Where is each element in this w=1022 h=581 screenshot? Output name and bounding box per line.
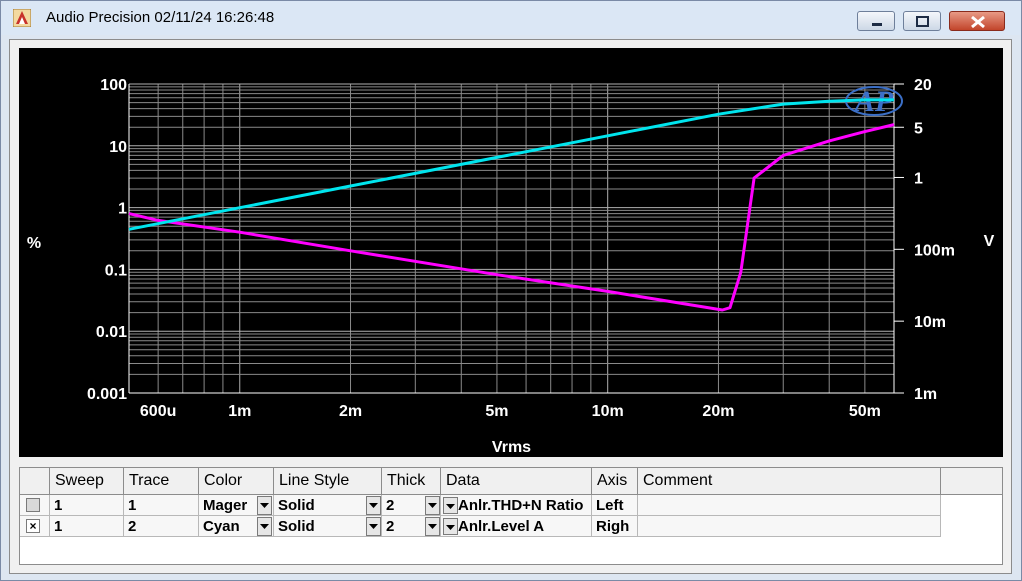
row-1-data-text: Anlr.THD+N Ratio <box>458 497 584 514</box>
y-right-axis-label: V <box>984 233 995 250</box>
x-tick-label: 10m <box>592 403 624 420</box>
dropdown-arrow-icon <box>369 524 378 529</box>
y-left-tick-label: 0.001 <box>87 386 127 403</box>
close-button[interactable] <box>949 11 1005 31</box>
y-right-tick-label: 5 <box>914 120 923 137</box>
table-row-1-check-cell <box>20 495 50 516</box>
row-1-trace[interactable]: 1 <box>124 495 199 516</box>
row-2-line-style-dropdown-button[interactable] <box>366 517 381 536</box>
y-left-tick-label: 0.1 <box>105 262 127 279</box>
row-1-thick-dropdown-button[interactable] <box>425 496 440 515</box>
y-right-tick-label: 20 <box>914 77 932 94</box>
x-tick-label: 2m <box>339 403 362 420</box>
trace-table: Sweep Trace Color Line Style Thick Data … <box>19 467 1003 565</box>
column-header-thick[interactable]: Thick <box>382 468 441 495</box>
x-tick-label: 20m <box>702 403 734 420</box>
column-header-line-style[interactable]: Line Style <box>274 468 382 495</box>
row-2-sweep[interactable]: 1 <box>50 516 124 537</box>
x-tick-label: 5m <box>485 403 508 420</box>
column-header-filler <box>941 468 1002 495</box>
row-2-enable-checkbox[interactable]: × <box>26 519 40 533</box>
graph-svg[interactable]: 600u 1m 2m 5m 10m 20m 50m 100 10 1 0.1 0.01 0.001 20 5… <box>19 48 1003 457</box>
row-2-trace[interactable]: 2 <box>124 516 199 537</box>
y-right-tick-label: 100m <box>914 242 955 259</box>
row-2-data-text: Anlr.Level A <box>458 518 545 535</box>
row-1-comment[interactable] <box>638 495 941 516</box>
row-2-thick-dropdown-button[interactable] <box>425 517 440 536</box>
row-2-data[interactable]: Anlr.Level A <box>441 516 592 537</box>
title-bar[interactable]: Audio Precision 02/11/24 16:26:48 <box>1 1 1021 35</box>
column-header-sweep[interactable]: Sweep <box>50 468 124 495</box>
y-left-tick-label: 1 <box>118 201 127 218</box>
dropdown-arrow-icon <box>260 503 269 508</box>
column-header-trace[interactable]: Trace <box>124 468 199 495</box>
column-header-color[interactable]: Color <box>199 468 274 495</box>
row-2-axis[interactable]: Righ <box>592 516 638 537</box>
close-icon <box>971 15 985 29</box>
x-tick-label: 1m <box>228 403 251 420</box>
y-right-tick-label: 10m <box>914 314 946 331</box>
row-1-sweep[interactable]: 1 <box>50 495 124 516</box>
dropdown-arrow-icon <box>446 504 455 509</box>
row-2-color-dropdown-button[interactable] <box>257 517 272 536</box>
dropdown-arrow-icon <box>446 525 455 530</box>
row-1-line-style-dropdown-button[interactable] <box>366 496 381 515</box>
table-corner-header <box>20 468 50 495</box>
y-left-axis-label: % <box>27 235 41 252</box>
table-row-2-check-cell: × <box>20 516 50 537</box>
row-1-data-dropdown-button[interactable] <box>443 497 458 514</box>
y-left-tick-label: 0.01 <box>96 324 127 341</box>
y-right-tick-label: 1m <box>914 386 937 403</box>
app-window: Audio Precision 02/11/24 16:26:48 600u 1m… <box>0 0 1022 581</box>
minimize-button[interactable] <box>857 11 895 31</box>
row-1-enable-checkbox[interactable] <box>26 498 40 512</box>
dropdown-arrow-icon <box>369 503 378 508</box>
y-left-tick-label: 10 <box>109 139 127 156</box>
dropdown-arrow-icon <box>428 503 437 508</box>
row-1-color-dropdown-button[interactable] <box>257 496 272 515</box>
column-header-data[interactable]: Data <box>441 468 592 495</box>
row-2-comment[interactable] <box>638 516 941 537</box>
x-tick-label: 600u <box>140 403 176 420</box>
maximize-icon <box>916 16 929 27</box>
dropdown-arrow-icon <box>260 524 269 529</box>
audio-precision-app-icon <box>13 9 31 27</box>
row-1-data[interactable]: Anlr.THD+N Ratio <box>441 495 592 516</box>
x-tick-label: 50m <box>849 403 881 420</box>
y-left-tick-label: 100 <box>100 77 127 94</box>
row-1-axis[interactable]: Left <box>592 495 638 516</box>
dropdown-arrow-icon <box>428 524 437 529</box>
row-2-data-dropdown-button[interactable] <box>443 518 458 535</box>
x-axis-label: Vrms <box>492 439 531 456</box>
window-title: Audio Precision 02/11/24 16:26:48 <box>46 9 275 26</box>
y-right-tick-label: 1 <box>914 170 923 187</box>
minimize-icon <box>872 23 882 26</box>
column-header-comment[interactable]: Comment <box>638 468 941 495</box>
maximize-button[interactable] <box>903 11 941 31</box>
column-header-axis[interactable]: Axis <box>592 468 638 495</box>
graph-panel[interactable]: 600u 1m 2m 5m 10m 20m 50m 100 10 1 0.1 0.01 0.001 20 5… <box>19 48 1003 457</box>
